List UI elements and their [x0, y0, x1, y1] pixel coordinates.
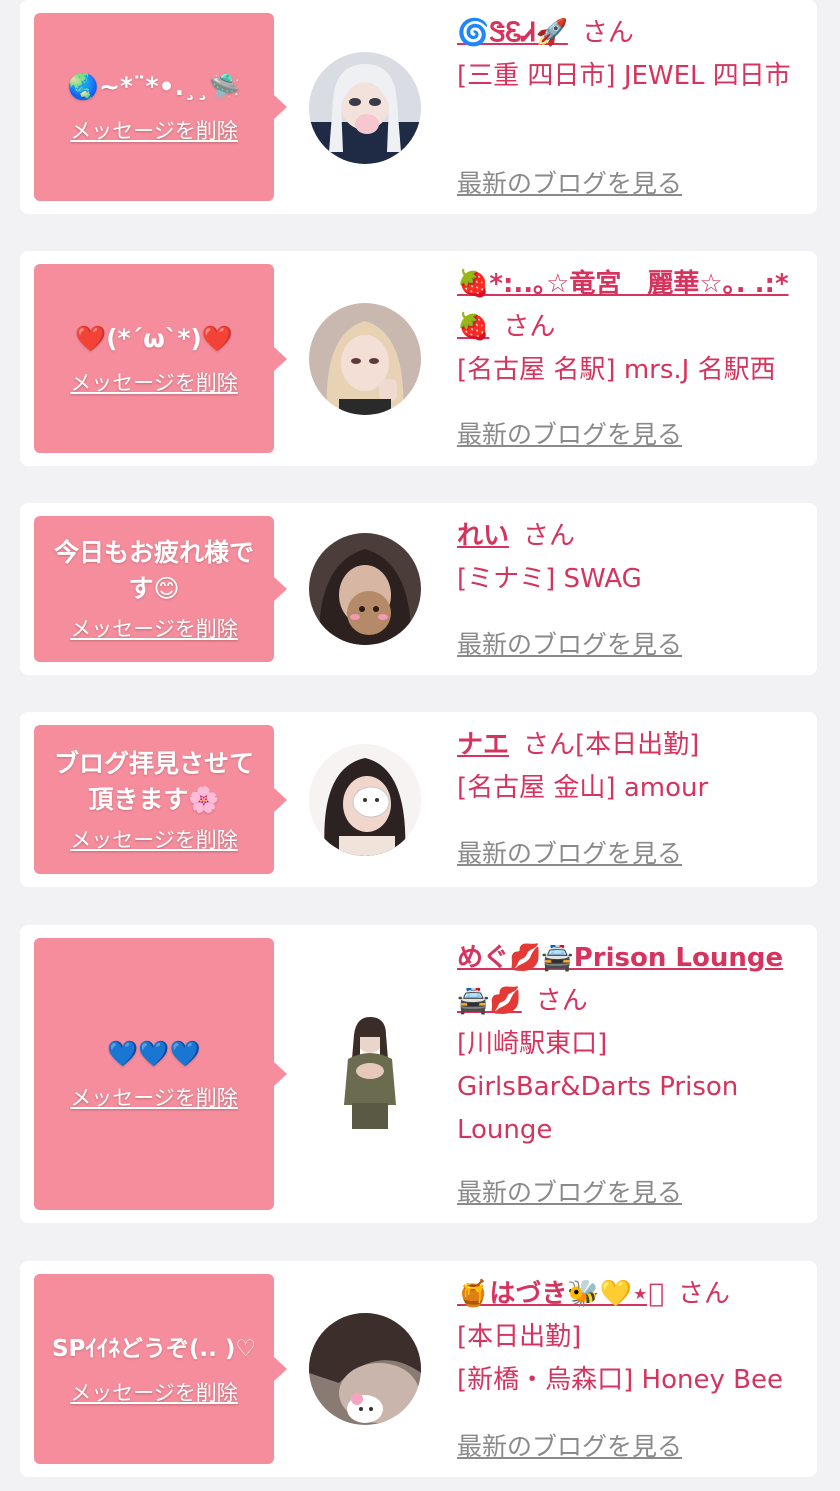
shop-text: [ミナミ] SWAG [457, 564, 642, 594]
profile-name-link[interactable]: めぐ💋🚔Prison Lounge🚔💋 [457, 943, 783, 1016]
honorific: さん [581, 18, 634, 48]
status-text: [本日出勤] [457, 1322, 582, 1352]
profile-info: めぐ💋🚔Prison Lounge🚔💋 さん [川崎駅東口] GirlsBar&D… [457, 937, 807, 1207]
avatar[interactable] [309, 1313, 421, 1425]
message-bubble: 今日もお疲れ様です😊 メッセージを削除 [34, 516, 287, 662]
latest-blog-link[interactable]: 最新のブログを見る [457, 1171, 682, 1214]
avatar[interactable] [309, 52, 421, 164]
profile-info: ナエ さん[本日出勤] [名古屋 金山] amour 最新のブログを見る [457, 724, 807, 868]
message-card: 💙💙💙 メッセージを削除 めぐ💋🚔Prison Lounge🚔💋 さん [川崎駅東… [20, 925, 817, 1223]
latest-blog-link[interactable]: 最新のブログを見る [457, 832, 682, 875]
delete-message-link[interactable]: メッセージを削除 [70, 613, 238, 643]
message-bubble: 💙💙💙 メッセージを削除 [34, 938, 287, 1210]
avatar[interactable] [309, 533, 421, 645]
honorific: さん [535, 986, 588, 1016]
latest-blog-link[interactable]: 最新のブログを見る [457, 162, 682, 205]
shop-text: [名古屋 金山] amour [457, 773, 709, 803]
avatar[interactable] [320, 1015, 420, 1135]
latest-blog-link[interactable]: 最新のブログを見る [457, 1425, 682, 1468]
shop-text: [名古屋 名駅] mrs.J 名駅西 [457, 355, 776, 385]
profile-name-link[interactable]: れい [457, 521, 509, 551]
message-bubble: ブログ拝見させて頂きます🌸 メッセージを削除 [34, 725, 287, 874]
latest-blog-link[interactable]: 最新のブログを見る [457, 413, 682, 456]
message-bubble: SPｲｲﾈどうぞ(.. )♡ メッセージを削除 [34, 1274, 287, 1464]
shop-text: [三重 四日市] JEWEL 四日市 [457, 61, 791, 91]
avatar[interactable] [309, 744, 421, 856]
message-text: 🌏~*¨*•.¸¸🛸 [67, 72, 241, 101]
message-card: 今日もお疲れ様です😊 メッセージを削除 れい さん [ミナミ] SWAG 最新のブ… [20, 503, 817, 675]
honorific: さん [503, 312, 556, 342]
honorific: さん [523, 521, 576, 551]
honorific: さん [523, 730, 576, 760]
message-bubble: 🌏~*¨*•.¸¸🛸 メッセージを削除 [34, 13, 287, 201]
profile-info: 🍯はづき🐝💛⋆͛ さん [本日出勤] [新橋・烏森口] Honey Bee 最新の… [457, 1273, 807, 1461]
message-text: 今日もお疲れ様です😊 [53, 538, 254, 603]
message-text: SPｲｲﾈどうぞ(.. )♡ [51, 1336, 257, 1362]
profile-info: れい さん [ミナミ] SWAG 最新のブログを見る [457, 515, 807, 659]
message-card: ❤️(*´ω`*)❤️ メッセージを削除 🍓*:..｡☆竜宮 麗華☆｡. .:*… [20, 251, 817, 466]
profile-info: 🌀ᏕᏋᏗ🚀 さん [三重 四日市] JEWEL 四日市 最新のブログを見る [457, 12, 807, 198]
avatar[interactable] [309, 303, 421, 415]
delete-message-link[interactable]: メッセージを削除 [70, 1377, 238, 1407]
delete-message-link[interactable]: メッセージを削除 [70, 115, 238, 145]
delete-message-link[interactable]: メッセージを削除 [70, 824, 238, 854]
message-card: ブログ拝見させて頂きます🌸 メッセージを削除 ナエ さん[本日出勤] [名古屋 金… [20, 712, 817, 887]
delete-message-link[interactable]: メッセージを削除 [70, 367, 238, 397]
shop-text: [川崎駅東口] GirlsBar&Darts Prison Lounge [457, 1029, 739, 1145]
message-text: ブログ拝見させて頂きます🌸 [53, 748, 254, 814]
message-bubble: ❤️(*´ω`*)❤️ メッセージを削除 [34, 264, 287, 453]
message-card: 🌏~*¨*•.¸¸🛸 メッセージを削除 🌀ᏕᏋᏗ🚀 さん [三重 四日市] JEW… [20, 0, 817, 214]
profile-info: 🍓*:..｡☆竜宮 麗華☆｡. .:*🍓 さん [名古屋 名駅] mrs.J 名駅… [457, 263, 807, 449]
profile-name-link[interactable]: ナエ [457, 730, 509, 760]
status-text: [本日出勤] [575, 730, 700, 760]
profile-name-link[interactable]: 🍯はづき🐝💛⋆͛ [457, 1279, 664, 1309]
profile-name-link[interactable]: 🌀ᏕᏋᏗ🚀 [457, 18, 568, 48]
delete-message-link[interactable]: メッセージを削除 [70, 1082, 238, 1112]
message-text: ❤️(*´ω`*)❤️ [75, 323, 233, 353]
latest-blog-link[interactable]: 最新のブログを見る [457, 623, 682, 666]
shop-text: [新橋・烏森口] Honey Bee [457, 1365, 783, 1395]
message-card: SPｲｲﾈどうぞ(.. )♡ メッセージを削除 🍯はづき🐝💛⋆͛ さん [本日出勤… [20, 1261, 817, 1477]
message-text: 💙💙💙 [107, 1039, 201, 1068]
honorific: さん [678, 1279, 731, 1309]
